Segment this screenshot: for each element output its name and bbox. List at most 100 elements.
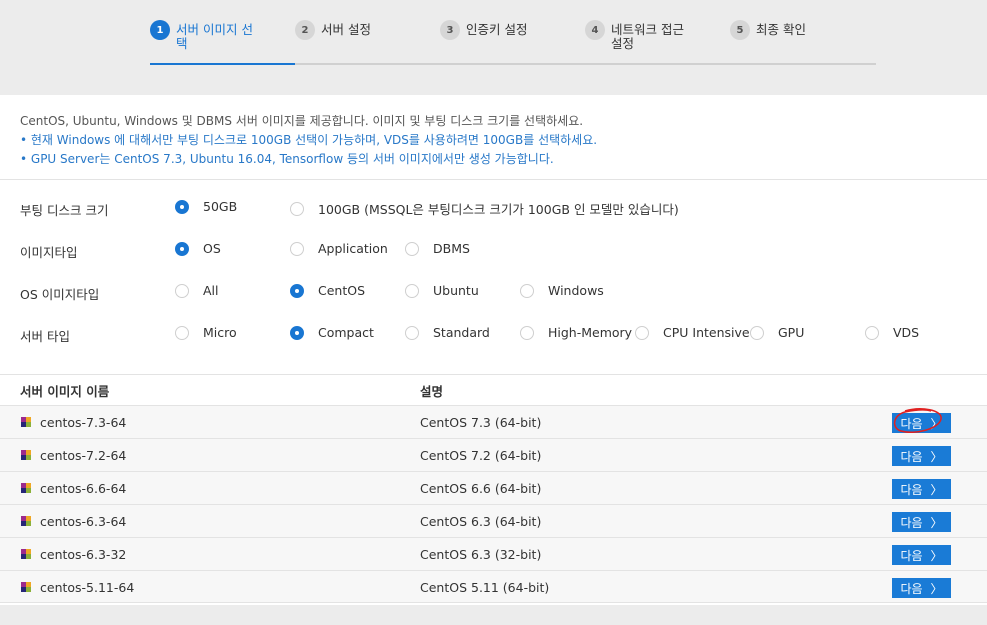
step-3[interactable]: 3 인증키 설정 bbox=[440, 20, 527, 40]
step-number: 3 bbox=[440, 20, 460, 40]
radio-circle[interactable] bbox=[405, 241, 419, 256]
image-type-label: 이미지타입 bbox=[20, 245, 78, 260]
radio-circle[interactable] bbox=[635, 325, 649, 340]
image-desc: CentOS 6.3 (32-bit) bbox=[420, 547, 542, 562]
next-button[interactable]: 다음 〉 bbox=[892, 479, 951, 499]
radio-circle[interactable] bbox=[290, 283, 304, 298]
step-number: 5 bbox=[730, 20, 750, 40]
radio-circle[interactable] bbox=[290, 325, 304, 340]
radio-label: CentOS bbox=[318, 283, 366, 298]
server-type-label: 서버 타입 bbox=[20, 329, 70, 344]
radio-circle[interactable] bbox=[175, 325, 189, 340]
server-micro-radio[interactable]: Micro bbox=[175, 325, 237, 340]
radio-label: All bbox=[203, 283, 219, 298]
table-row: centos-5.11-64 CentOS 5.11 (64-bit) 다음 〉 bbox=[0, 570, 987, 603]
radio-label: Compact bbox=[318, 325, 374, 340]
boot-disk-50gb-radio[interactable]: 50GB bbox=[175, 199, 237, 214]
os-image-type-label: OS 이미지타입 bbox=[20, 287, 100, 302]
server-standard-radio[interactable]: Standard bbox=[405, 325, 490, 340]
step-label: 네트워크 접근 설정 bbox=[611, 22, 684, 51]
image-type-dbms-radio[interactable]: DBMS bbox=[405, 241, 470, 256]
step-label: 최종 확인 bbox=[756, 22, 806, 37]
chevron-right-icon: 〉 bbox=[930, 515, 943, 530]
chevron-right-icon: 〉 bbox=[930, 449, 943, 464]
image-desc: CentOS 5.11 (64-bit) bbox=[420, 580, 550, 595]
image-desc: CentOS 6.6 (64-bit) bbox=[420, 481, 542, 496]
image-name: centos-7.2-64 bbox=[40, 448, 127, 463]
server-vds-radio[interactable]: VDS bbox=[865, 325, 919, 340]
chevron-right-icon: 〉 bbox=[930, 482, 943, 497]
divider bbox=[0, 179, 987, 180]
next-button-label: 다음 bbox=[900, 449, 923, 464]
centos-logo-icon bbox=[21, 483, 31, 493]
radio-label: OS bbox=[203, 241, 221, 256]
next-button[interactable]: 다음 〉 bbox=[892, 512, 951, 532]
radio-label: Application bbox=[318, 241, 388, 256]
next-button-label: 다음 bbox=[900, 515, 923, 530]
image-name: centos-6.3-32 bbox=[40, 547, 127, 562]
radio-circle[interactable] bbox=[750, 325, 764, 340]
info-bullet: • GPU Server는 CentOS 7.3, Ubuntu 16.04, … bbox=[20, 152, 554, 166]
radio-circle[interactable] bbox=[175, 283, 189, 298]
chevron-right-icon: 〉 bbox=[930, 548, 943, 563]
radio-circle[interactable] bbox=[865, 325, 879, 340]
server-cpu-intensive-radio[interactable]: CPU Intensive bbox=[635, 325, 750, 340]
step-label: 서버 이미지 선 택 bbox=[176, 22, 253, 51]
os-all-radio[interactable]: All bbox=[175, 283, 219, 298]
next-button-label: 다음 bbox=[900, 416, 923, 431]
step-number: 1 bbox=[150, 20, 170, 40]
image-name: centos-6.3-64 bbox=[40, 514, 127, 529]
image-type-os-radio[interactable]: OS bbox=[175, 241, 221, 256]
step-5[interactable]: 5 최종 확인 bbox=[730, 20, 806, 40]
radio-circle[interactable] bbox=[520, 325, 534, 340]
os-windows-radio[interactable]: Windows bbox=[520, 283, 604, 298]
info-line: CentOS, Ubuntu, Windows 및 DBMS 서버 이미지를 제… bbox=[20, 114, 584, 128]
step-label: 인증키 설정 bbox=[466, 22, 528, 37]
divider bbox=[0, 374, 987, 375]
chevron-right-icon: 〉 bbox=[930, 416, 943, 431]
next-button[interactable]: 다음 〉 bbox=[892, 545, 951, 565]
radio-circle[interactable] bbox=[405, 325, 419, 340]
radio-circle[interactable] bbox=[175, 199, 189, 214]
image-name: centos-5.11-64 bbox=[40, 580, 135, 595]
os-ubuntu-radio[interactable]: Ubuntu bbox=[405, 283, 479, 298]
radio-circle[interactable] bbox=[290, 241, 304, 256]
column-header-desc: 설명 bbox=[420, 384, 444, 399]
radio-label: GPU bbox=[778, 325, 805, 340]
radio-label: VDS bbox=[893, 325, 920, 340]
next-button[interactable]: 다음 〉 bbox=[892, 413, 951, 433]
radio-label: 50GB bbox=[203, 199, 238, 214]
radio-label: DBMS bbox=[433, 241, 470, 256]
radio-circle[interactable] bbox=[405, 283, 419, 298]
os-centos-radio[interactable]: CentOS bbox=[290, 283, 365, 298]
next-button[interactable]: 다음 〉 bbox=[892, 578, 951, 598]
server-gpu-radio[interactable]: GPU bbox=[750, 325, 804, 340]
chevron-right-icon: 〉 bbox=[930, 581, 943, 596]
image-desc: CentOS 7.2 (64-bit) bbox=[420, 448, 542, 463]
centos-logo-icon bbox=[21, 516, 31, 526]
server-compact-radio[interactable]: Compact bbox=[290, 325, 374, 340]
table-row: centos-6.3-64 CentOS 6.3 (64-bit) 다음 〉 bbox=[0, 504, 987, 537]
radio-circle[interactable] bbox=[175, 241, 189, 256]
table-row: centos-6.6-64 CentOS 6.6 (64-bit) 다음 〉 bbox=[0, 471, 987, 504]
radio-circle[interactable] bbox=[290, 201, 304, 216]
server-high-memory-radio[interactable]: High-Memory bbox=[520, 325, 632, 340]
image-desc: CentOS 7.3 (64-bit) bbox=[420, 415, 542, 430]
step-number: 4 bbox=[585, 20, 605, 40]
info-bullet: • 현재 Windows 에 대해서만 부팅 디스크로 100GB 선택이 가능… bbox=[20, 133, 598, 147]
image-type-application-radio[interactable]: Application bbox=[290, 241, 388, 256]
boot-disk-100gb-radio[interactable]: 100GB (MSSQL은 부팅디스크 크기가 100GB 인 모델만 있습니다… bbox=[290, 199, 679, 218]
radio-label: Micro bbox=[203, 325, 237, 340]
radio-label: Windows bbox=[548, 283, 604, 298]
image-name: centos-7.3-64 bbox=[40, 415, 127, 430]
radio-label: 100GB (MSSQL은 부팅디스크 크기가 100GB 인 모델만 있습니다… bbox=[318, 202, 679, 217]
info-notice: CentOS, Ubuntu, Windows 및 DBMS 서버 이미지를 제… bbox=[20, 112, 597, 169]
next-button-label: 다음 bbox=[900, 581, 923, 596]
radio-circle[interactable] bbox=[520, 283, 534, 298]
next-button[interactable]: 다음 〉 bbox=[892, 446, 951, 466]
step-4[interactable]: 4 네트워크 접근 설정 bbox=[585, 20, 684, 51]
step-2[interactable]: 2 서버 설정 bbox=[295, 20, 371, 40]
step-1[interactable]: 1 서버 이미지 선 택 bbox=[150, 20, 253, 51]
centos-logo-icon bbox=[21, 582, 31, 592]
radio-label: Ubuntu bbox=[433, 283, 479, 298]
